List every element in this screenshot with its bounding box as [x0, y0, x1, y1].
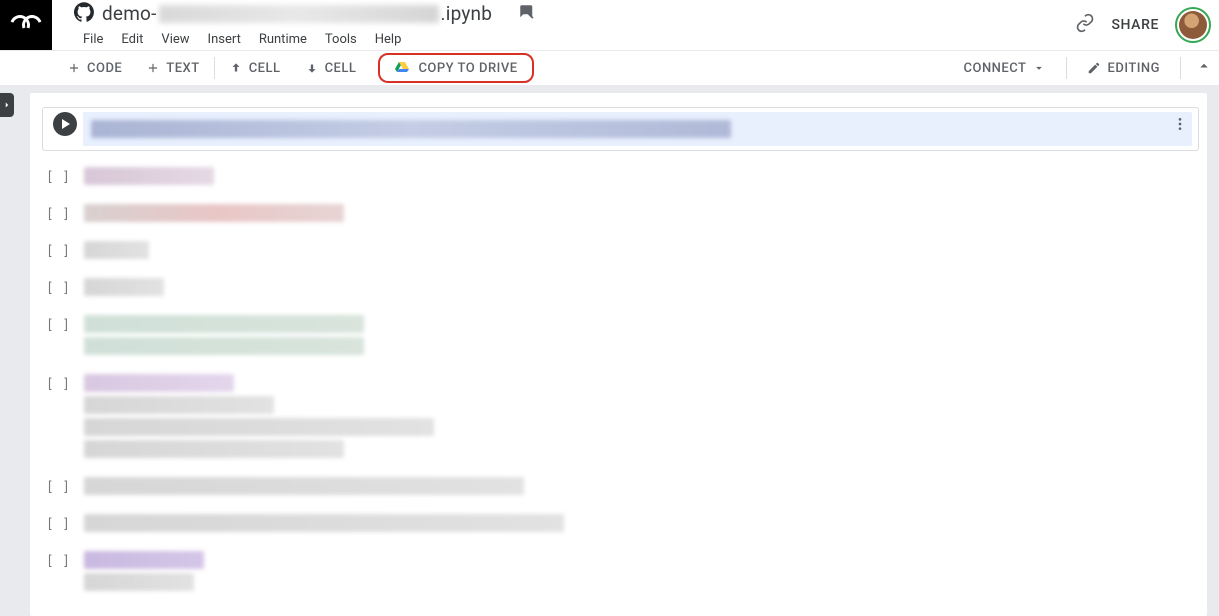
- code-line-redacted: [84, 374, 234, 392]
- code-cell-active[interactable]: [42, 107, 1199, 151]
- colab-logo[interactable]: [0, 0, 52, 50]
- cell-prompt: [ ]: [38, 545, 78, 569]
- code-cell[interactable]: [ ]: [30, 368, 1207, 464]
- cell-content[interactable]: [78, 235, 1199, 265]
- code-line-redacted: [84, 167, 214, 185]
- cell-content[interactable]: [78, 508, 1199, 538]
- code-line-redacted: [84, 241, 149, 259]
- dropdown-icon: [1032, 61, 1046, 75]
- menu-edit[interactable]: Edit: [112, 29, 152, 50]
- toolbar-separator: [1066, 57, 1067, 79]
- cell-prompt: [ ]: [38, 161, 78, 185]
- code-cell[interactable]: [ ]: [30, 545, 1207, 597]
- toolbar-separator: [214, 57, 215, 79]
- cell-prompt: [ ]: [38, 368, 78, 392]
- notebook-title-suffix: .ipynb: [441, 2, 493, 25]
- notebook-title-redacted: [159, 5, 439, 23]
- header-bar: demo- .ipynb File Edit View Insert Runti…: [0, 0, 1219, 50]
- code-line-redacted: [84, 337, 364, 355]
- run-cell-button[interactable]: [53, 112, 77, 136]
- link-icon[interactable]: [1075, 13, 1095, 37]
- share-button[interactable]: SHARE: [1111, 17, 1159, 33]
- cell-content[interactable]: [78, 545, 1199, 597]
- cell-content[interactable]: [83, 112, 1192, 146]
- code-cell[interactable]: [ ]: [30, 235, 1207, 265]
- code-line-redacted: [84, 440, 344, 458]
- menu-bar: File Edit View Insert Runtime Tools Help: [74, 29, 1075, 50]
- code-cell[interactable]: [ ]: [30, 198, 1207, 228]
- copy-to-drive-label: COPY TO DRIVE: [418, 61, 517, 76]
- cell-content[interactable]: [78, 161, 1199, 191]
- chevron-up-icon: [1195, 57, 1213, 75]
- cell-content[interactable]: [78, 198, 1199, 228]
- open-sidebar-button[interactable]: [0, 93, 14, 117]
- menu-view[interactable]: View: [152, 29, 198, 50]
- menu-tools[interactable]: Tools: [316, 29, 366, 50]
- add-text-cell-button[interactable]: TEXT: [134, 51, 211, 86]
- file-block: demo- .ipynb File Edit View Insert Runti…: [52, 1, 1075, 50]
- header-right: SHARE: [1075, 7, 1211, 43]
- cell-more-actions-button[interactable]: [1172, 116, 1188, 136]
- toolbar: CODE TEXT CELL CELL COPY TO DRIVE CONNEC…: [0, 50, 1219, 85]
- cell-content[interactable]: [78, 368, 1199, 464]
- chevron-right-icon: [2, 100, 12, 110]
- code-line-redacted: [84, 315, 364, 333]
- more-vert-icon: [1172, 116, 1188, 132]
- move-cell-down-button[interactable]: CELL: [293, 51, 369, 86]
- user-avatar[interactable]: [1175, 7, 1211, 43]
- cell-content[interactable]: [78, 471, 1199, 501]
- collapse-toolbar-button[interactable]: [1189, 57, 1219, 79]
- editing-mode-button[interactable]: EDITING: [1075, 51, 1172, 86]
- cell-prompt: [ ]: [38, 309, 78, 333]
- add-code-cell-button[interactable]: CODE: [55, 51, 134, 86]
- notebook-title-prefix: demo-: [102, 2, 157, 25]
- title-row: demo- .ipynb: [74, 1, 1075, 27]
- code-cell[interactable]: [ ]: [30, 309, 1207, 361]
- code-line-redacted: [84, 396, 274, 414]
- toolbar-separator: [1180, 57, 1181, 79]
- code-cell[interactable]: [ ]: [30, 471, 1207, 501]
- code-cell[interactable]: [ ]: [30, 161, 1207, 191]
- cell-content[interactable]: [78, 272, 1199, 302]
- cell-prompt: [ ]: [38, 272, 78, 296]
- notebook-title[interactable]: demo- .ipynb: [102, 2, 492, 25]
- cell-content[interactable]: [78, 309, 1199, 361]
- unsaved-changes-icon[interactable]: [518, 3, 536, 25]
- github-icon: [74, 2, 94, 26]
- code-line-redacted: [84, 477, 524, 495]
- code-line-redacted: [84, 278, 164, 296]
- code-line-redacted: [84, 514, 564, 532]
- pencil-icon: [1087, 61, 1101, 75]
- cell-prompt: [ ]: [38, 471, 78, 495]
- cell-prompt: [ ]: [38, 508, 78, 532]
- menu-help[interactable]: Help: [366, 29, 411, 50]
- code-line-redacted: [84, 204, 344, 222]
- add-code-label: CODE: [87, 61, 122, 76]
- connect-label: CONNECT: [964, 61, 1027, 76]
- code-cell[interactable]: [ ]: [30, 508, 1207, 538]
- notebook-area[interactable]: [ ] [ ] [ ] [ ]: [30, 93, 1207, 616]
- code-line-redacted: [84, 418, 434, 436]
- workspace: [ ] [ ] [ ] [ ]: [0, 85, 1219, 616]
- cell-prompt: [ ]: [38, 235, 78, 259]
- editing-label: EDITING: [1107, 61, 1160, 76]
- cell-down-label: CELL: [325, 61, 357, 76]
- add-text-label: TEXT: [166, 61, 199, 76]
- move-cell-up-button[interactable]: CELL: [217, 51, 293, 86]
- copy-to-drive-button[interactable]: COPY TO DRIVE: [378, 53, 533, 83]
- connect-button[interactable]: CONNECT: [952, 51, 1059, 86]
- menu-file[interactable]: File: [74, 29, 112, 50]
- cell-up-label: CELL: [249, 61, 281, 76]
- menu-runtime[interactable]: Runtime: [250, 29, 316, 50]
- notebook-inner: [ ] [ ] [ ] [ ]: [30, 93, 1207, 597]
- code-line-redacted: [84, 551, 204, 569]
- cell-prompt: [ ]: [38, 198, 78, 222]
- cell-prompt: [47, 112, 83, 136]
- code-line-redacted: [91, 120, 731, 138]
- code-line-redacted: [84, 573, 194, 591]
- code-cell[interactable]: [ ]: [30, 272, 1207, 302]
- menu-insert[interactable]: Insert: [199, 29, 250, 50]
